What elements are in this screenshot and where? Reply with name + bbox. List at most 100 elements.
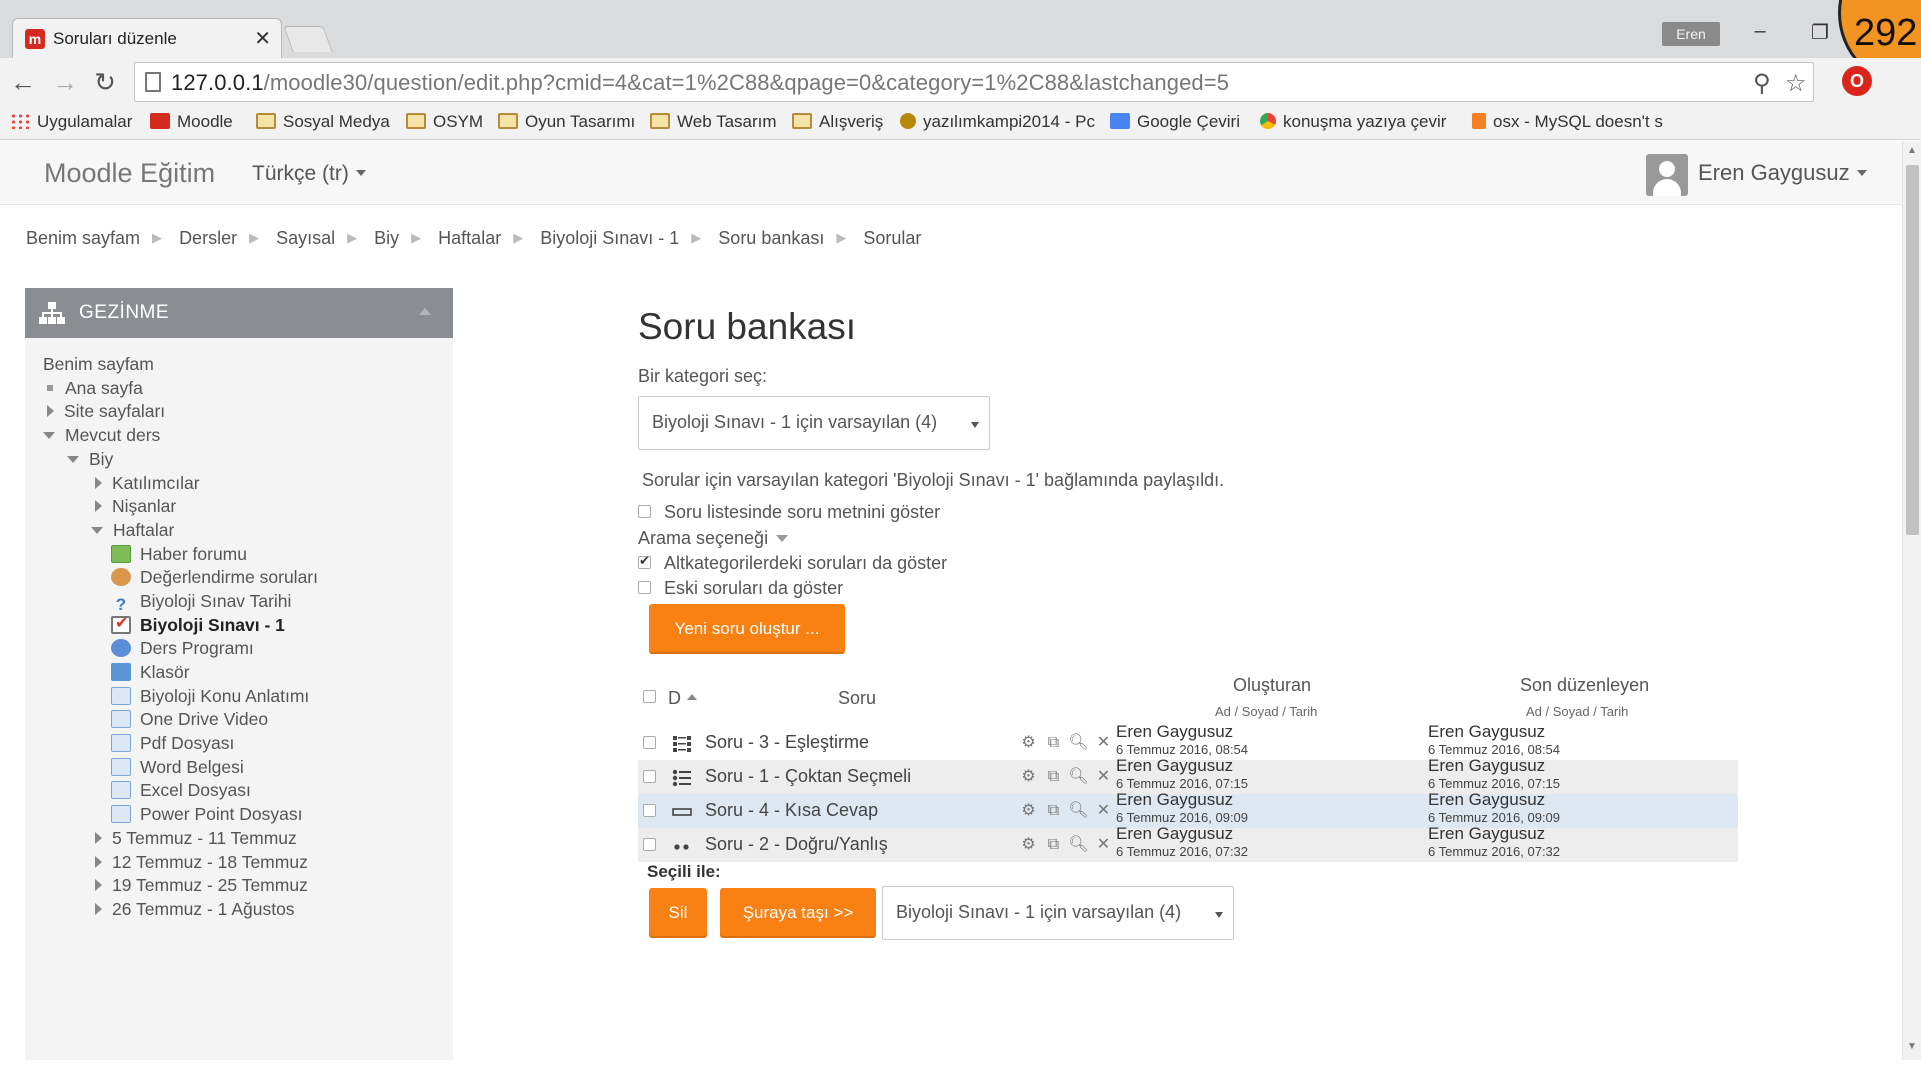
bookmark-star-icon[interactable]: ☆ <box>1785 69 1807 98</box>
restore-icon[interactable]: ❐ <box>1800 20 1840 50</box>
created-by[interactable]: Eren Gaygusuz <box>1116 756 1233 776</box>
delete-button[interactable]: Sil <box>649 888 707 938</box>
nav-item[interactable]: Benim sayfam <box>43 354 154 375</box>
breadcrumb-item[interactable]: Biy <box>374 228 399 248</box>
nav-item[interactable]: Değerlendirme soruları <box>111 567 318 588</box>
language-menu[interactable]: Türkçe (tr) <box>252 162 366 186</box>
old-questions-checkbox[interactable] <box>638 581 651 594</box>
created-by[interactable]: Eren Gaygusuz <box>1116 722 1233 742</box>
bookmark-stackoverflow[interactable]: osx - MySQL doesn't s <box>1472 112 1663 132</box>
expand-icon[interactable] <box>95 903 102 915</box>
scroll-up-icon[interactable]: ▲ <box>1907 145 1917 156</box>
user-menu[interactable]: Eren Gaygusuz <box>1698 160 1867 186</box>
bookmark-oyun-tasarimi[interactable]: Oyun Tasarımı <box>498 112 635 132</box>
row-checkbox[interactable] <box>643 770 656 783</box>
expand-icon[interactable] <box>95 856 102 868</box>
duplicate-icon[interactable]: ⧉ <box>1041 802 1066 820</box>
nav-item[interactable]: Haber forumu <box>111 544 247 565</box>
user-avatar[interactable] <box>1646 154 1688 196</box>
modified-subheader[interactable]: Ad / Soyad / Tarih <box>1526 704 1628 719</box>
expand-icon[interactable] <box>95 832 102 844</box>
table-row[interactable]: Soru - 3 - Eşleştirme ⚙ ⧉ 🔍︎ ✕ Eren Gaygusu… <box>638 722 1738 760</box>
bookmark-konusma[interactable]: konuşma yazıya çevir <box>1260 112 1446 132</box>
page-scrollbar[interactable]: ▲ ▼ <box>1902 141 1921 1060</box>
category-select[interactable]: Biyoloji Sınavı - 1 için varsayılan (4) <box>638 396 990 450</box>
nav-item[interactable]: One Drive Video <box>111 709 268 730</box>
scroll-thumb[interactable] <box>1906 165 1919 535</box>
show-text-checkbox[interactable] <box>638 505 651 518</box>
back-arrow-icon[interactable]: ← <box>6 66 40 98</box>
minimize-icon[interactable]: – <box>1740 20 1780 50</box>
expand-icon[interactable] <box>95 879 102 891</box>
table-row[interactable]: Soru - 2 - Doğru/Yanlış ⚙ ⧉ 🔍︎ ✕ Eren Gaygu… <box>638 824 1738 862</box>
opera-extension-icon[interactable]: O <box>1842 66 1872 96</box>
nav-item[interactable]: 26 Temmuz - 1 Ağustos <box>95 899 295 920</box>
duplicate-icon[interactable]: ⧉ <box>1041 734 1066 752</box>
close-tab-icon[interactable]: ✕ <box>254 26 271 51</box>
preview-icon[interactable]: 🔍︎ <box>1066 732 1091 752</box>
new-tab-button[interactable] <box>283 26 333 52</box>
modified-by[interactable]: Eren Gaygusuz <box>1428 790 1545 810</box>
gear-icon[interactable]: ⚙ <box>1016 766 1041 786</box>
zoom-icon[interactable]: ⚲ <box>1753 69 1771 98</box>
search-options-toggle[interactable]: Arama seçeneği <box>638 528 789 549</box>
select-all-checkbox[interactable] <box>643 690 656 703</box>
gear-icon[interactable]: ⚙ <box>1016 800 1041 820</box>
nav-item[interactable]: Pdf Dosyası <box>111 733 234 754</box>
reload-icon[interactable]: ↻ <box>88 66 122 98</box>
forward-arrow-icon[interactable]: → <box>48 66 82 98</box>
preview-icon[interactable]: 🔍︎ <box>1066 834 1091 854</box>
bookmark-osym[interactable]: OSYM <box>406 112 483 132</box>
bookmark-yazilimkampi[interactable]: yazılımkampi2014 - Pc <box>900 112 1095 132</box>
expand-icon[interactable] <box>47 405 54 417</box>
nav-item[interactable]: 12 Temmuz - 18 Temmuz <box>95 852 308 873</box>
new-question-button[interactable]: Yeni soru oluştur ... <box>649 604 845 654</box>
nav-item[interactable]: Ders Programı <box>111 638 254 659</box>
navigation-block-header[interactable]: GEZİNME <box>25 288 453 338</box>
site-brand[interactable]: Moodle Eğitim <box>44 158 215 189</box>
nav-item[interactable]: Ana sayfa <box>43 378 143 399</box>
breadcrumb-item[interactable]: Haftalar <box>438 228 501 248</box>
preview-icon[interactable]: 🔍︎ <box>1066 800 1091 820</box>
expand-icon[interactable] <box>95 477 102 489</box>
delete-icon[interactable]: ✕ <box>1091 732 1116 752</box>
nav-item[interactable]: Haftalar <box>91 520 174 541</box>
question-column-header[interactable]: Soru <box>838 688 876 709</box>
breadcrumb-item[interactable]: Soru bankası <box>718 228 824 248</box>
browser-tab-active[interactable]: m Soruları düzenle ✕ <box>12 18 282 58</box>
subcategories-checkbox[interactable] <box>638 553 651 569</box>
bookmark-moodle[interactable]: Moodle <box>150 112 233 132</box>
bookmark-sosyal-medya[interactable]: Sosyal Medya <box>256 112 390 132</box>
nav-item[interactable]: 19 Temmuz - 25 Temmuz <box>95 875 308 896</box>
url-text[interactable]: 127.0.0.1/moodle30/question/edit.php?cmi… <box>171 70 1229 96</box>
modified-by[interactable]: Eren Gaygusuz <box>1428 824 1545 844</box>
preview-icon[interactable]: 🔍︎ <box>1066 766 1091 786</box>
collapse-icon[interactable] <box>67 456 79 463</box>
breadcrumb-item[interactable]: Sorular <box>863 228 921 248</box>
nav-item[interactable]: Mevcut ders <box>43 425 160 446</box>
nav-item[interactable]: ? Biyoloji Sınav Tarihi <box>111 591 292 614</box>
nav-item[interactable]: Word Belgesi <box>111 757 244 778</box>
expand-icon[interactable] <box>95 500 102 512</box>
delete-icon[interactable]: ✕ <box>1091 834 1116 854</box>
breadcrumb-item[interactable]: Sayısal <box>276 228 335 248</box>
breadcrumb-item[interactable]: Dersler <box>179 228 237 248</box>
nav-item[interactable]: Site sayfaları <box>47 401 165 422</box>
collapse-icon[interactable] <box>43 432 55 439</box>
row-checkbox[interactable] <box>643 804 656 817</box>
scroll-down-icon[interactable]: ▼ <box>1907 1041 1917 1052</box>
duplicate-icon[interactable]: ⧉ <box>1041 836 1066 854</box>
address-bar[interactable]: 127.0.0.1/moodle30/question/edit.php?cmi… <box>134 62 1814 102</box>
modified-column-header[interactable]: Son düzenleyen <box>1520 675 1649 696</box>
row-checkbox[interactable] <box>643 736 656 749</box>
gear-icon[interactable]: ⚙ <box>1016 732 1041 752</box>
collapse-icon[interactable] <box>419 308 431 315</box>
bookmark-web-tasarim[interactable]: Web Tasarım <box>650 112 777 132</box>
bookmark-alisveris[interactable]: Alışveriş <box>792 112 883 132</box>
gear-icon[interactable]: ⚙ <box>1016 834 1041 854</box>
modified-by[interactable]: Eren Gaygusuz <box>1428 722 1545 742</box>
nav-item[interactable]: Katılımcılar <box>95 473 200 494</box>
delete-icon[interactable]: ✕ <box>1091 800 1116 820</box>
modified-by[interactable]: Eren Gaygusuz <box>1428 756 1545 776</box>
subcategories-option[interactable]: Altkategorilerdeki soruları da göster <box>638 553 947 574</box>
